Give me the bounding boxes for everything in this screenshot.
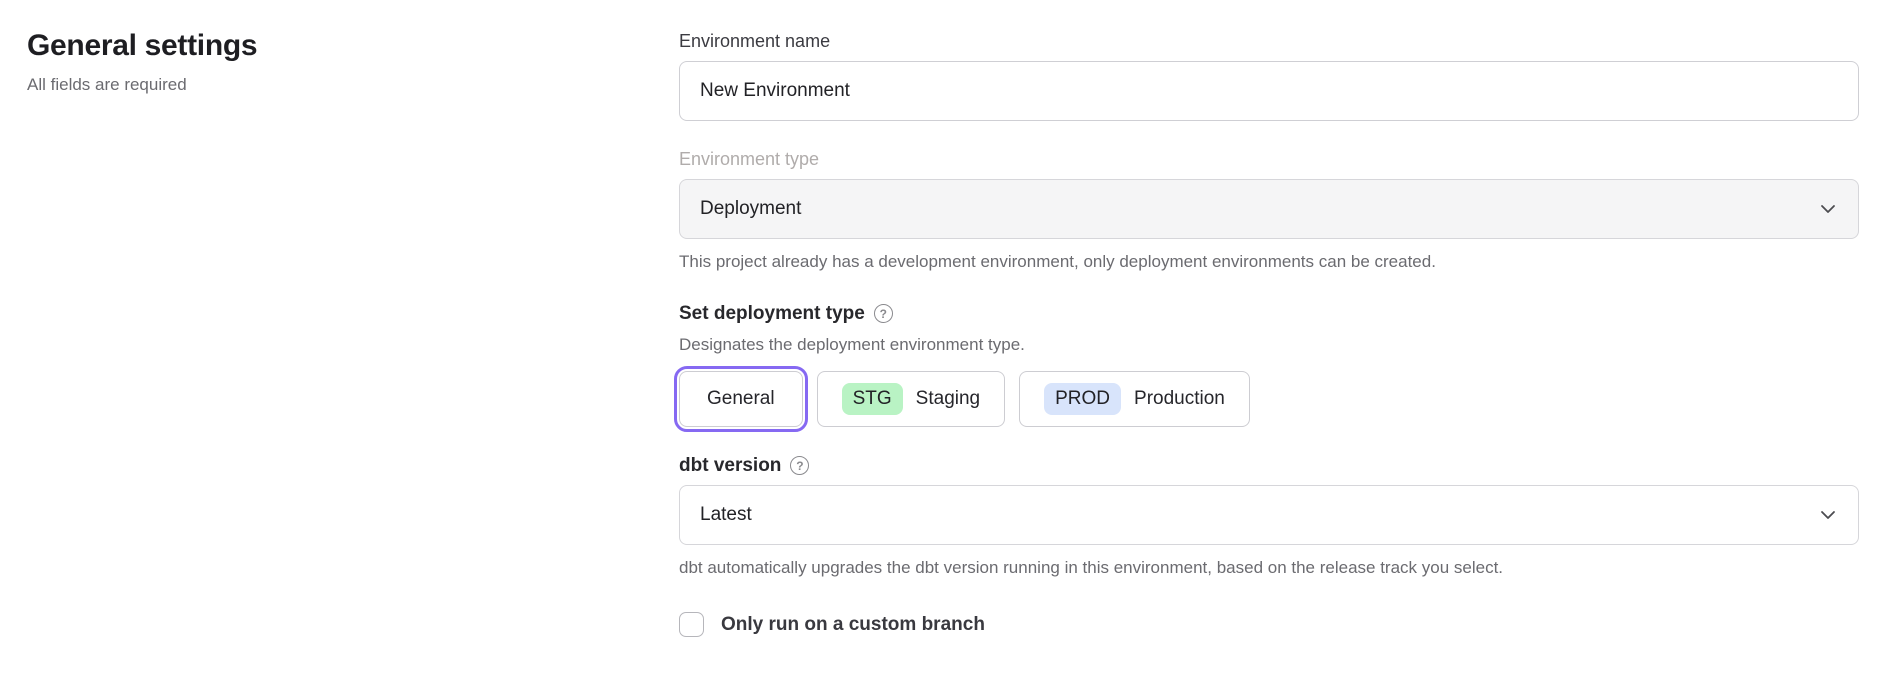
environment-name-input[interactable]: [679, 61, 1859, 121]
deployment-type-title: Set deployment type: [679, 302, 865, 325]
deployment-type-staging-button[interactable]: STG Staging: [817, 371, 1006, 427]
deployment-type-staging-label: Staging: [916, 388, 980, 410]
page-title: General settings: [27, 28, 587, 64]
custom-branch-checkbox[interactable]: [679, 612, 704, 637]
deployment-type-production-button[interactable]: PROD Production: [1019, 371, 1250, 427]
staging-badge: STG: [842, 383, 903, 415]
environment-type-select: Deployment: [679, 179, 1859, 239]
chevron-down-icon: [1820, 204, 1836, 214]
dbt-version-title: dbt version: [679, 454, 781, 477]
page-subtitle: All fields are required: [27, 74, 587, 96]
deployment-type-description: Designates the deployment environment ty…: [679, 334, 1859, 355]
help-icon[interactable]: ?: [874, 304, 893, 323]
dbt-version-value: Latest: [700, 504, 752, 526]
deployment-type-general-button[interactable]: General: [679, 371, 803, 427]
deployment-type-options: General STG Staging PROD Production: [679, 371, 1859, 427]
dbt-version-helper: dbt automatically upgrades the dbt versi…: [679, 557, 1859, 578]
dbt-version-header: dbt version ?: [679, 454, 1859, 477]
deployment-type-production-label: Production: [1134, 388, 1225, 410]
settings-header: General settings All fields are required: [27, 28, 587, 96]
help-icon[interactable]: ?: [790, 456, 809, 475]
deployment-type-general-label: General: [707, 388, 775, 410]
environment-settings-form: Environment name Environment type Deploy…: [679, 29, 1859, 637]
environment-type-helper: This project already has a development e…: [679, 251, 1859, 272]
custom-branch-row: Only run on a custom branch: [679, 612, 1859, 637]
deployment-type-header: Set deployment type ?: [679, 302, 1859, 325]
environment-type-value: Deployment: [700, 198, 801, 220]
dbt-version-select[interactable]: Latest: [679, 485, 1859, 545]
chevron-down-icon: [1820, 510, 1836, 520]
environment-name-label: Environment name: [679, 29, 1859, 53]
environment-type-label: Environment type: [679, 147, 1859, 171]
custom-branch-label[interactable]: Only run on a custom branch: [721, 614, 985, 636]
production-badge: PROD: [1044, 383, 1121, 415]
